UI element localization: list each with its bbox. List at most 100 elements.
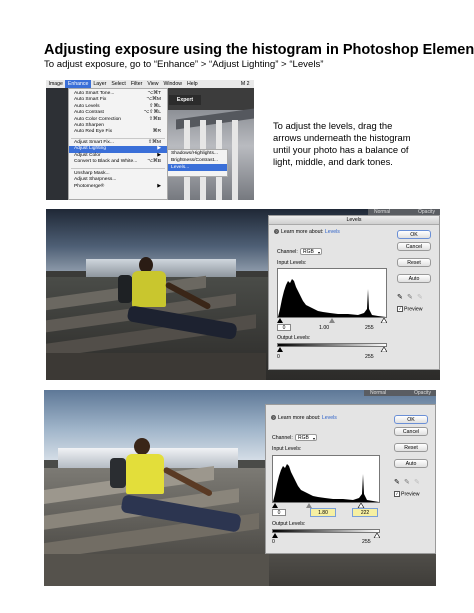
menu-item-photomerge[interactable]: Photomerge® ▶ bbox=[69, 184, 167, 190]
help-icon: ? bbox=[274, 229, 279, 235]
tool-strip bbox=[46, 88, 68, 200]
channel-label: Channel: bbox=[277, 249, 298, 255]
input-black-field[interactable]: 0 bbox=[272, 509, 286, 516]
black-point-arrow bbox=[277, 318, 283, 323]
help-icon: ? bbox=[271, 415, 276, 421]
person-shirt bbox=[126, 454, 164, 494]
output-black-arrow bbox=[277, 347, 283, 352]
histogram bbox=[277, 268, 387, 318]
menu-window[interactable]: Window bbox=[161, 80, 184, 88]
input-white-field[interactable]: 222 bbox=[352, 508, 378, 517]
levels-screenshot-before: Normal Opacity Levels ? Learn more about:… bbox=[46, 209, 440, 380]
ok-button[interactable]: OK bbox=[397, 230, 431, 239]
white-point-arrow bbox=[380, 317, 388, 324]
input-mid-value[interactable]: 1.00 bbox=[319, 325, 329, 331]
levels-help-link[interactable]: Levels bbox=[325, 229, 340, 235]
output-levels-label: Output Levels: bbox=[277, 335, 311, 341]
output-white-value[interactable]: 255 bbox=[365, 354, 374, 360]
menu-view[interactable]: View bbox=[145, 80, 161, 88]
preview-checkbox[interactable]: ✓ Preview bbox=[397, 306, 422, 312]
options-bar: Normal Opacity bbox=[364, 390, 436, 396]
page-subtitle: To adjust exposure, go to “Enhance” > “A… bbox=[44, 59, 324, 70]
levels-dialog: ? Learn more about: Levels Channel: RGB ▾ … bbox=[265, 404, 436, 554]
black-eyedropper-icon[interactable]: ✎ bbox=[397, 294, 403, 301]
gray-eyedropper-icon[interactable]: ✎ bbox=[407, 294, 413, 301]
output-white-arrow bbox=[380, 346, 388, 353]
levels-screenshot-after: Normal Opacity ? Learn more about: Levels… bbox=[44, 390, 436, 586]
black-eyedropper-icon[interactable]: ✎ bbox=[394, 479, 400, 486]
instruction-text: To adjust the levels, drag the arrows un… bbox=[273, 120, 411, 167]
channel-label: Channel: bbox=[272, 435, 293, 441]
dialog-title: Levels bbox=[269, 216, 439, 225]
submenu-brightness-contrast[interactable]: Brightness/Contrast... bbox=[168, 157, 227, 164]
menu-item-auto-red-eye-fix[interactable]: Auto Red Eye Fix ⌘R bbox=[69, 129, 167, 135]
white-eyedropper-icon[interactable]: ✎ bbox=[414, 479, 420, 486]
person-shirt bbox=[132, 271, 166, 307]
auto-button[interactable]: Auto bbox=[394, 459, 428, 468]
output-black-value[interactable]: 0 bbox=[272, 539, 275, 545]
histogram-graph bbox=[273, 464, 379, 502]
input-levels-label: Input Levels: bbox=[277, 260, 307, 266]
auto-button[interactable]: Auto bbox=[397, 274, 431, 283]
levels-help-link[interactable]: Levels bbox=[322, 415, 337, 421]
input-black-field[interactable]: 0 bbox=[277, 324, 291, 331]
checkmark-icon: ✓ bbox=[397, 306, 403, 312]
output-black-value[interactable]: 0 bbox=[277, 354, 280, 360]
input-slider[interactable] bbox=[272, 502, 380, 509]
white-eyedropper-icon[interactable]: ✎ bbox=[417, 294, 423, 301]
menu-select[interactable]: Select bbox=[109, 80, 128, 88]
input-slider[interactable] bbox=[277, 317, 388, 324]
menu-help[interactable]: Help bbox=[184, 80, 200, 88]
input-white-value[interactable]: 255 bbox=[365, 325, 374, 331]
menu-filter[interactable]: Filter bbox=[128, 80, 145, 88]
cancel-button[interactable]: Cancel bbox=[397, 242, 431, 251]
submenu-levels[interactable]: Levels... bbox=[168, 164, 227, 171]
menu-separator bbox=[71, 168, 165, 169]
opacity-label: Opacity bbox=[414, 390, 431, 396]
page-title: Adjusting exposure using the histogram i… bbox=[44, 42, 474, 58]
ok-button[interactable]: OK bbox=[394, 415, 428, 424]
preview-checkbox[interactable]: ✓ Preview bbox=[394, 491, 419, 497]
output-slider[interactable] bbox=[272, 532, 381, 539]
output-white-value[interactable]: 255 bbox=[362, 539, 371, 545]
channel-select[interactable]: RGB ▾ bbox=[300, 248, 322, 255]
output-black-arrow bbox=[272, 533, 278, 538]
menu-layer[interactable]: Layer bbox=[91, 80, 109, 88]
reset-button[interactable]: Reset bbox=[397, 258, 431, 267]
midtone-arrow bbox=[329, 318, 335, 323]
menubar-status: M 2 bbox=[240, 81, 250, 87]
menu-separator bbox=[71, 138, 165, 139]
output-white-arrow bbox=[373, 532, 381, 539]
blend-mode[interactable]: Normal bbox=[370, 390, 386, 396]
slider-arrows bbox=[277, 317, 388, 324]
channel-select[interactable]: RGB ▾ bbox=[295, 434, 317, 441]
menu-enhance[interactable]: Enhance bbox=[65, 80, 91, 88]
levels-dialog: Levels ? Learn more about: Levels Channel… bbox=[268, 215, 440, 370]
histogram bbox=[272, 455, 380, 503]
menu-item-convert-bw[interactable]: Convert to Black and White... ⌥⌘B bbox=[69, 159, 167, 165]
output-levels-label: Output Levels: bbox=[272, 521, 306, 527]
submenu-shadows-highlights[interactable]: Shadows/Highlights... bbox=[168, 150, 227, 157]
backpack bbox=[118, 275, 132, 303]
enhance-menu-screenshot: Image Enhance Layer Select Filter View Window H… bbox=[46, 80, 254, 200]
person-head bbox=[134, 438, 150, 455]
checkmark-icon: ✓ bbox=[394, 491, 400, 497]
input-mid-field[interactable]: 1.80 bbox=[310, 508, 336, 517]
chevron-down-icon: ▾ bbox=[317, 250, 320, 255]
backpack bbox=[110, 458, 126, 488]
chevron-down-icon: ▾ bbox=[312, 436, 315, 441]
learn-more: ? Learn more about: Levels bbox=[271, 415, 337, 421]
cancel-button[interactable]: Cancel bbox=[394, 427, 428, 436]
enhance-dropdown: Auto Smart Tone... ⌥⌘T Auto Smart Fix ⌥⌘M … bbox=[68, 88, 168, 200]
gray-eyedropper-icon[interactable]: ✎ bbox=[404, 479, 410, 486]
menu-image[interactable]: Image bbox=[46, 80, 65, 88]
reset-button[interactable]: Reset bbox=[394, 443, 428, 452]
building-column bbox=[232, 120, 238, 200]
stair-step bbox=[46, 353, 266, 380]
stair-step bbox=[44, 554, 269, 586]
expert-tab[interactable]: Expert bbox=[169, 95, 201, 105]
adjust-lighting-submenu: Shadows/Highlights... Brightness/Contras… bbox=[167, 149, 228, 177]
histogram-graph bbox=[278, 279, 386, 317]
learn-more: ? Learn more about: Levels bbox=[274, 229, 340, 235]
output-slider[interactable] bbox=[277, 346, 388, 353]
